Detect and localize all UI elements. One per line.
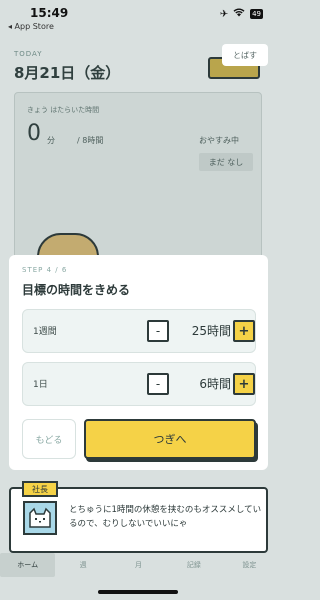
tab-month: 月 [135, 561, 143, 569]
daily-goal: / 8時間 [77, 136, 104, 145]
airplane-icon: ✈ [219, 8, 229, 20]
rest-value: まだ なし [199, 153, 253, 171]
president-tip-bubble: 社長 とちゅうに1時間の休憩を挟むのもオススメしているので、むりしないでいいにゃ [9, 481, 268, 553]
daily-decrease-button[interactable]: - [147, 373, 169, 395]
bottom-tab-bar: ホーム 週 月 記録 設定 [0, 553, 277, 577]
date-heading: 8月21日（金） [14, 64, 121, 82]
rest-label: おやすみ中 [199, 136, 239, 145]
wifi-icon [233, 8, 245, 20]
weekly-increase-button[interactable]: + [233, 320, 255, 342]
tab-settings: 設定 [242, 561, 257, 569]
tab-home: ホーム [0, 553, 56, 577]
tab-week: 週 [79, 561, 87, 569]
today-label: TODAY [14, 50, 43, 58]
home-indicator[interactable] [98, 590, 178, 594]
daily-increase-button[interactable]: + [233, 373, 255, 395]
worked-time-label: きょう はたらいた時間 [27, 106, 100, 114]
weekly-goal-label: 1週間 [33, 327, 57, 337]
tab-records: 記録 [186, 561, 201, 569]
battery-icon: 49 [250, 9, 263, 19]
weekly-goal-value: 25時間 [191, 324, 231, 338]
skip-button[interactable]: とばす [222, 44, 268, 66]
daily-goal-value: 6時間 [199, 377, 231, 391]
system-icons: ✈ 49 [220, 8, 263, 20]
worked-time-unit: 分 [47, 136, 55, 145]
worked-time-value: 0 [27, 121, 41, 146]
status-bar: 15:49 ◂ App Store ✈ 49 [0, 0, 277, 36]
next-button[interactable]: つぎへ [84, 419, 256, 459]
tip-message: とちゅうに1時間の休憩を挟むのもオススメしているので、むりしないでいいにゃ [69, 505, 262, 529]
daily-goal-row: 1日 - 6時間 + [22, 362, 256, 406]
clock: 15:49 [30, 6, 69, 20]
cat-avatar-icon [23, 501, 57, 535]
back-button[interactable]: もどる [22, 419, 76, 459]
daily-goal-label: 1日 [33, 380, 48, 390]
step-indicator: STEP 4 / 6 [22, 266, 68, 274]
modal-title: 目標の時間をきめる [22, 283, 131, 297]
weekly-decrease-button[interactable]: - [147, 320, 169, 342]
back-to-app-store-link[interactable]: ◂ App Store [8, 22, 54, 31]
weekly-goal-row: 1週間 - 25時間 + [22, 309, 256, 353]
goal-setting-modal: STEP 4 / 6 目標の時間をきめる 1週間 - 25時間 + 1日 - 6… [9, 255, 268, 470]
speaker-tag: 社長 [22, 481, 58, 497]
